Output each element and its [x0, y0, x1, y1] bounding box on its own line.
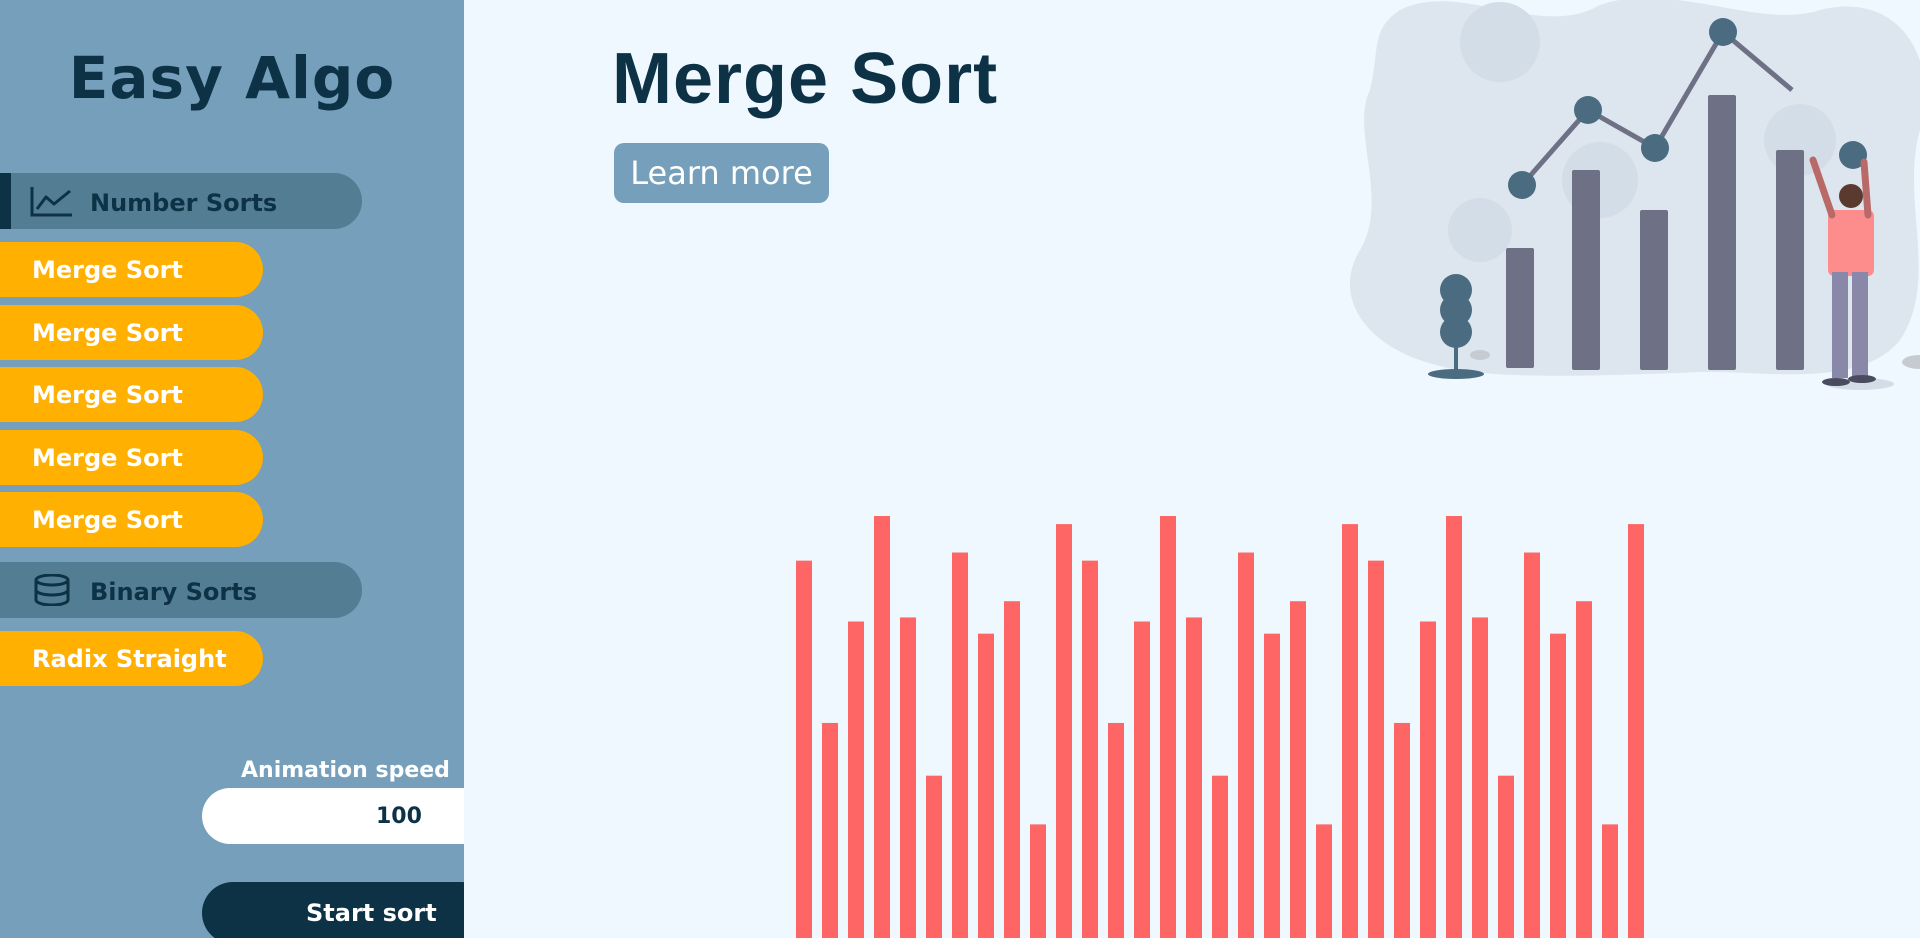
chart-line-icon — [30, 187, 72, 217]
sort-bar — [1394, 722, 1410, 938]
sort-bar — [1628, 524, 1644, 938]
sort-bar — [1498, 775, 1514, 938]
sort-bar — [1030, 824, 1046, 938]
category-number-sorts[interactable]: Number Sorts — [0, 173, 362, 229]
sort-bar — [1368, 560, 1384, 938]
sort-bar — [1576, 601, 1592, 938]
start-sort-label: Start sort — [306, 899, 437, 927]
algo-item-radix-straight[interactable]: Radix Straight — [0, 631, 263, 686]
sort-bar — [978, 633, 994, 938]
sort-bar — [822, 722, 838, 938]
sort-bar-chart — [796, 516, 1644, 938]
sidebar: Easy Algo Number Sorts Merge Sort Merge … — [0, 0, 464, 938]
algo-item-label: Merge Sort — [32, 444, 183, 472]
algo-item-merge-sort[interactable]: Merge Sort — [0, 430, 263, 485]
algo-item-merge-sort[interactable]: Merge Sort — [0, 242, 263, 297]
database-icon — [34, 574, 70, 606]
algo-item-label: Merge Sort — [32, 381, 183, 409]
algo-item-merge-sort[interactable]: Merge Sort — [0, 367, 263, 422]
algo-item-label: Radix Straight — [32, 645, 227, 673]
sort-bar — [848, 621, 864, 938]
sort-bar — [1342, 524, 1358, 938]
sort-bar — [1420, 621, 1436, 938]
sort-bar — [1212, 775, 1228, 938]
sort-bar — [1446, 516, 1462, 938]
sort-bar — [1602, 824, 1618, 938]
algo-item-merge-sort[interactable]: Merge Sort — [0, 492, 263, 547]
sort-bar — [1316, 824, 1332, 938]
sort-bar — [874, 516, 890, 938]
sort-bar — [1134, 621, 1150, 938]
learn-more-button[interactable]: Learn more — [614, 143, 829, 203]
sort-bar — [926, 775, 942, 938]
sort-bar — [1238, 552, 1254, 938]
start-sort-button[interactable]: Start sort — [202, 882, 464, 938]
sort-bar — [1550, 633, 1566, 938]
category-label: Binary Sorts — [90, 578, 258, 606]
algo-item-label: Merge Sort — [32, 506, 183, 534]
sort-bar — [1186, 617, 1202, 938]
sort-bar — [1056, 524, 1072, 938]
sort-bar — [796, 560, 812, 938]
animation-speed-label: Animation speed — [241, 758, 450, 783]
sort-bar — [1472, 617, 1488, 938]
sort-bar — [1004, 601, 1020, 938]
sort-bar — [1290, 601, 1306, 938]
active-category-marker — [0, 173, 11, 229]
analytics-illustration — [1349, 0, 1920, 390]
sort-bar — [952, 552, 968, 938]
algo-item-label: Merge Sort — [32, 256, 183, 284]
sort-bar — [1108, 722, 1124, 938]
sort-bar — [1264, 633, 1280, 938]
category-label: Number Sorts — [90, 189, 278, 217]
sort-bar — [1160, 516, 1176, 938]
sort-bar — [900, 617, 916, 938]
sort-bar — [1082, 560, 1098, 938]
algo-item-label: Merge Sort — [32, 319, 183, 347]
sort-bar — [1524, 552, 1540, 938]
category-binary-sorts[interactable]: Binary Sorts — [0, 562, 362, 618]
algo-item-merge-sort[interactable]: Merge Sort — [0, 305, 263, 360]
app-title: Easy Algo — [68, 44, 396, 112]
page-title: Merge Sort — [612, 39, 999, 119]
animation-speed-input[interactable] — [202, 788, 464, 844]
